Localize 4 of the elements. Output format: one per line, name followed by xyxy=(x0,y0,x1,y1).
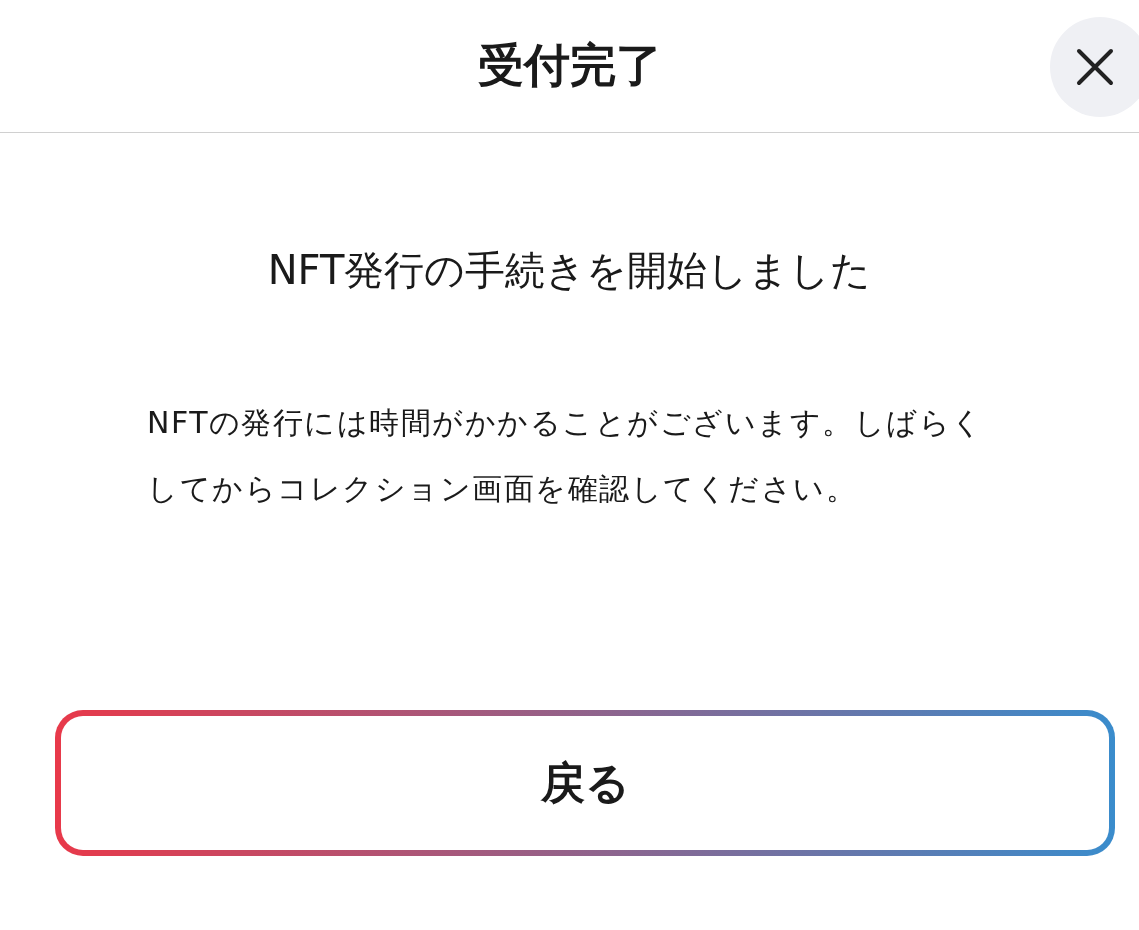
dialog-title: 受付完了 xyxy=(477,37,662,94)
message-heading: NFT発行の手続きを開始しました xyxy=(266,246,873,295)
message-text: NFTの発行には時間がかかることがございます。しばらくしてからコレクション画面を確認してください。 xyxy=(147,404,985,508)
close-icon xyxy=(1074,47,1115,87)
